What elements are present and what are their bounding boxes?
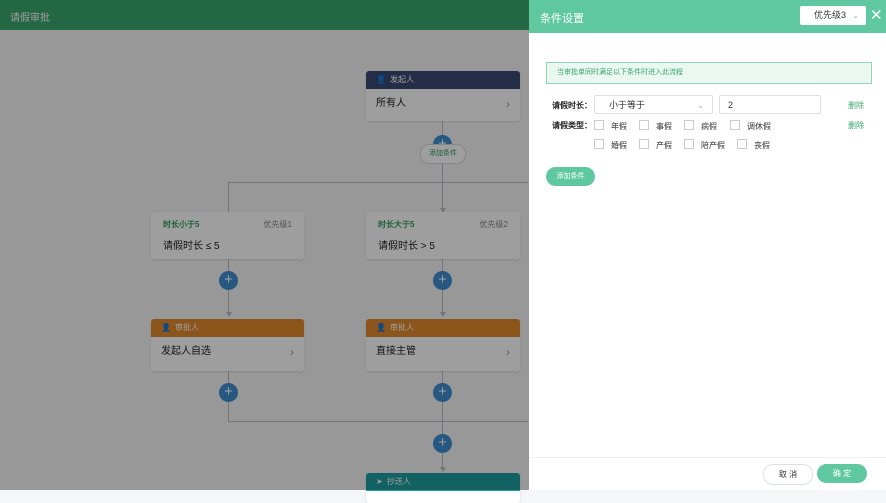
checkbox-paternity-leave[interactable]: 陪产假 — [684, 139, 725, 151]
add-condition-button[interactable]: 添加条件 — [546, 167, 595, 186]
checkbox-box — [684, 139, 694, 149]
priority-select-value: 优先级3 — [814, 10, 847, 20]
checkbox-box — [737, 139, 747, 149]
leave-type-label: 请假类型： — [552, 121, 592, 130]
checkbox-label: 年假 — [611, 122, 627, 131]
checkbox-label: 婚假 — [611, 141, 627, 150]
checkbox-annual-leave[interactable]: 年假 — [594, 120, 627, 132]
delete-leave-type-condition-link[interactable]: 删除 — [848, 120, 864, 131]
checkbox-label: 产假 — [656, 141, 672, 150]
modal-overlay[interactable] — [0, 0, 529, 490]
duration-value-input[interactable]: 2 — [719, 95, 821, 114]
duration-operator-value: 小于等于 — [609, 100, 646, 110]
drawer-header: 条件设置 优先级3 ⌄ ✕ — [529, 0, 886, 33]
checkbox-personal-leave[interactable]: 事假 — [639, 120, 672, 132]
checkbox-box — [684, 120, 694, 130]
checkbox-label: 丧假 — [754, 141, 770, 150]
checkbox-marriage-leave[interactable]: 婚假 — [594, 139, 627, 151]
checkbox-label: 事假 — [656, 122, 672, 131]
checkbox-sick-leave[interactable]: 病假 — [684, 120, 717, 132]
drawer-title: 条件设置 — [540, 13, 584, 25]
duration-label: 请假时长： — [552, 101, 592, 110]
checkbox-box — [730, 120, 740, 130]
checkbox-maternity-leave[interactable]: 产假 — [639, 139, 672, 151]
info-tip: 当审批单同时满足以下条件时进入此流程 — [546, 62, 872, 84]
delete-duration-condition-link[interactable]: 删除 — [848, 100, 864, 111]
cancel-button[interactable]: 取 消 — [763, 464, 813, 485]
checkbox-label: 病假 — [701, 122, 717, 131]
checkbox-label: 陪产假 — [701, 141, 725, 150]
checkbox-compensatory-leave[interactable]: 调休假 — [730, 120, 771, 132]
checkbox-label: 调休假 — [747, 122, 771, 131]
checkbox-box — [639, 120, 649, 130]
checkbox-bereavement-leave[interactable]: 丧假 — [737, 139, 770, 151]
priority-select[interactable]: 优先级3 ⌄ — [800, 6, 866, 25]
drawer-footer: 取 消 确 定 — [529, 457, 886, 491]
checkbox-box — [639, 139, 649, 149]
checkbox-box — [594, 139, 604, 149]
chevron-down-icon: ⌄ — [852, 11, 859, 20]
confirm-button[interactable]: 确 定 — [817, 464, 867, 483]
close-icon[interactable]: ✕ — [870, 6, 883, 24]
duration-operator-select[interactable]: 小于等于 ⌄ — [594, 95, 713, 114]
condition-settings-drawer: 条件设置 优先级3 ⌄ ✕ 当审批单同时满足以下条件时进入此流程 请假时长： 小… — [529, 0, 886, 490]
chevron-down-icon: ⌄ — [697, 101, 704, 110]
checkbox-box — [594, 120, 604, 130]
